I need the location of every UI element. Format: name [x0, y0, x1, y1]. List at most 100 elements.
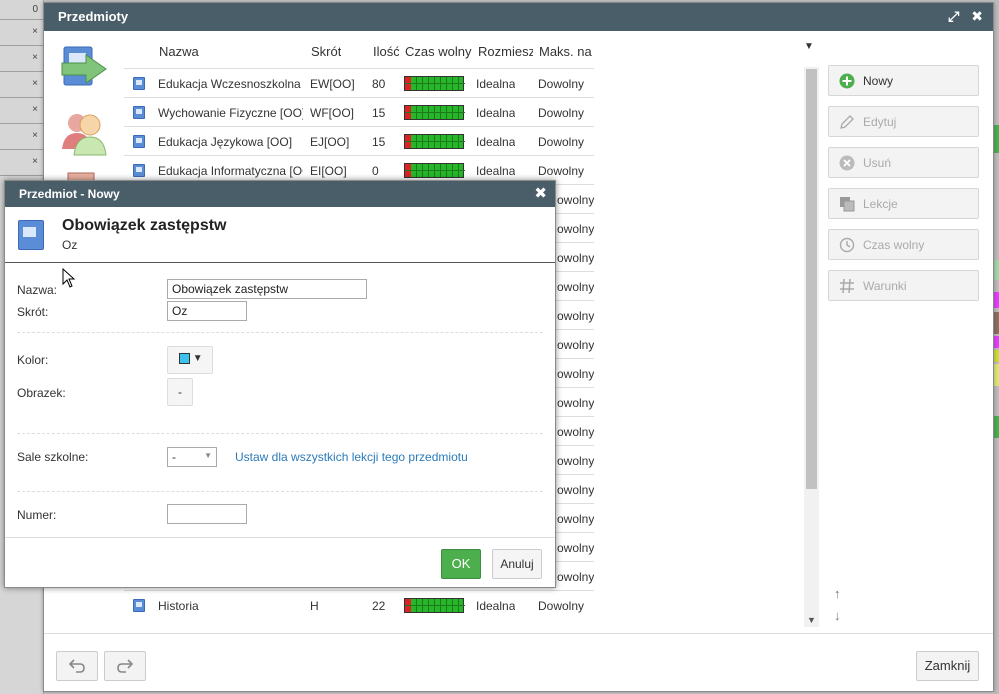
window-titlebar: Przedmioty ⤢ ✖ — [44, 3, 993, 31]
conditions-button[interactable]: Warunki — [828, 270, 979, 301]
image-picker-button[interactable]: - — [167, 378, 193, 406]
undo-button[interactable] — [56, 651, 98, 681]
color-swatch — [179, 353, 190, 364]
cell-max: owolny — [557, 512, 595, 526]
separator — [17, 332, 543, 333]
pencil-icon — [840, 115, 854, 129]
cancel-button[interactable]: Anuluj — [492, 549, 542, 579]
column-max[interactable]: Maks. na — [539, 44, 594, 59]
new-button-label: Nowy — [863, 74, 894, 88]
cell-short: EI[OO] — [310, 164, 347, 178]
column-name[interactable]: Nazwa — [159, 44, 199, 59]
chevron-down-icon: ▼ — [204, 451, 212, 460]
dialog-header: Obowiązek zastępstw Oz — [5, 207, 555, 263]
reorder-arrows: ↑ ↓ — [834, 583, 841, 627]
name-input[interactable] — [167, 279, 367, 299]
ok-button[interactable]: OK — [441, 549, 481, 579]
cell-count: 15 — [372, 106, 386, 120]
stacked-pages-icon — [840, 197, 855, 212]
cell-count: 15 — [372, 135, 386, 149]
redo-button[interactable] — [104, 651, 146, 681]
column-placement[interactable]: Rozmieszczenie — [478, 44, 533, 59]
scrollbar-thumb[interactable] — [806, 69, 817, 489]
subjects-icon[interactable] — [58, 43, 110, 95]
dialog-titlebar: Przedmiot - Nowy ✖ — [5, 181, 555, 207]
rooms-select[interactable]: - ▼ — [167, 447, 217, 467]
bg-row: 0 — [0, 0, 44, 20]
cell-max: owolny — [557, 396, 595, 410]
set-all-lessons-link[interactable]: Ustaw dla wszystkich lekcji tego przedmi… — [235, 450, 468, 464]
free-time-bar — [404, 598, 465, 613]
dialog-title: Przedmiot - Nowy — [19, 187, 120, 201]
color-picker-button[interactable]: ▼ — [167, 346, 213, 374]
table-row[interactable]: Wychowanie Fizyczne [OO] WF[OO] 15 Ideal… — [124, 97, 594, 126]
column-menu-caret-icon[interactable]: ▼ — [804, 41, 814, 52]
table-row[interactable]: Edukacja Wczesnoszkolna EW[OO] 80 Idealn… — [124, 68, 594, 97]
bg-row[interactable]: × — [0, 124, 44, 150]
column-free-time[interactable]: Czas wolny — [405, 44, 472, 59]
undo-icon — [68, 659, 85, 673]
subject-icon — [133, 135, 145, 148]
subject-icon — [133, 106, 145, 119]
cell-max: Dowolny — [538, 599, 585, 613]
move-down-icon[interactable]: ↓ — [834, 605, 841, 627]
column-short[interactable]: Skrót — [311, 44, 341, 59]
window-title: Przedmioty — [58, 9, 129, 24]
cell-placement: Idealna — [476, 106, 516, 120]
table-scrollbar[interactable]: ▼ — [804, 67, 819, 627]
image-label: Obrazek: — [17, 386, 66, 400]
close-icon[interactable]: × — [32, 130, 38, 141]
delete-button[interactable]: Usuń — [828, 147, 979, 178]
cell-max: owolny — [557, 483, 595, 497]
lessons-button[interactable]: Lekcje — [828, 188, 979, 219]
free-time-button-label: Czas wolny — [863, 238, 925, 252]
cell-count: 22 — [372, 599, 386, 613]
cell-max: owolny — [557, 570, 595, 584]
cell-placement: Idealna — [476, 599, 516, 613]
free-time-button[interactable]: Czas wolny — [828, 229, 979, 260]
bg-row-number: 0 — [32, 4, 38, 15]
free-time-bar — [404, 134, 465, 149]
maximize-icon[interactable]: ⤢ — [948, 8, 959, 24]
color-label: Kolor: — [17, 353, 49, 367]
cell-placement: Idealna — [476, 77, 516, 91]
subject-icon — [133, 599, 145, 612]
bg-row[interactable]: × — [0, 98, 44, 124]
move-up-icon[interactable]: ↑ — [834, 583, 841, 605]
close-icon[interactable]: × — [32, 78, 38, 89]
bg-row[interactable]: × — [0, 72, 44, 98]
column-count[interactable]: Ilość — [373, 44, 399, 59]
free-time-bar — [404, 76, 465, 91]
close-button[interactable]: Zamknij — [916, 651, 979, 681]
short-input[interactable] — [167, 301, 247, 321]
close-icon[interactable]: × — [32, 156, 38, 167]
cell-max: owolny — [557, 454, 595, 468]
close-icon[interactable]: × — [32, 104, 38, 115]
close-icon[interactable]: × — [32, 26, 38, 37]
number-input[interactable] — [167, 504, 247, 524]
cell-name: Edukacja Językowa [OO] — [158, 135, 293, 149]
teachers-icon[interactable] — [58, 105, 110, 157]
separator — [17, 433, 543, 434]
cell-max: owolny — [557, 541, 595, 555]
subject-icon — [133, 164, 145, 177]
cell-max: owolny — [557, 251, 595, 265]
table-row[interactable]: Historia H 22 Idealna Dowolny — [124, 590, 594, 619]
edit-button[interactable]: Edytuj — [828, 106, 979, 137]
background-timetable-edge — [994, 0, 999, 694]
cell-max: owolny — [557, 367, 595, 381]
close-icon[interactable]: ✖ — [534, 184, 547, 202]
cell-count: 80 — [372, 77, 386, 91]
bg-row[interactable]: × — [0, 46, 44, 72]
table-row[interactable]: Edukacja Językowa [OO] EJ[OO] 15 Idealna… — [124, 126, 594, 155]
hash-icon — [840, 278, 854, 294]
cell-max: owolny — [557, 193, 595, 207]
new-subject-dialog: Przedmiot - Nowy ✖ Obowiązek zastępstw O… — [4, 180, 556, 588]
cell-short: EW[OO] — [310, 77, 355, 91]
new-button[interactable]: Nowy — [828, 65, 979, 96]
close-icon[interactable]: × — [32, 52, 38, 63]
bg-row[interactable]: × — [0, 20, 44, 46]
bg-row[interactable]: × — [0, 150, 44, 176]
scroll-down-icon[interactable]: ▼ — [807, 615, 816, 625]
close-icon[interactable]: ✖ — [971, 8, 983, 24]
